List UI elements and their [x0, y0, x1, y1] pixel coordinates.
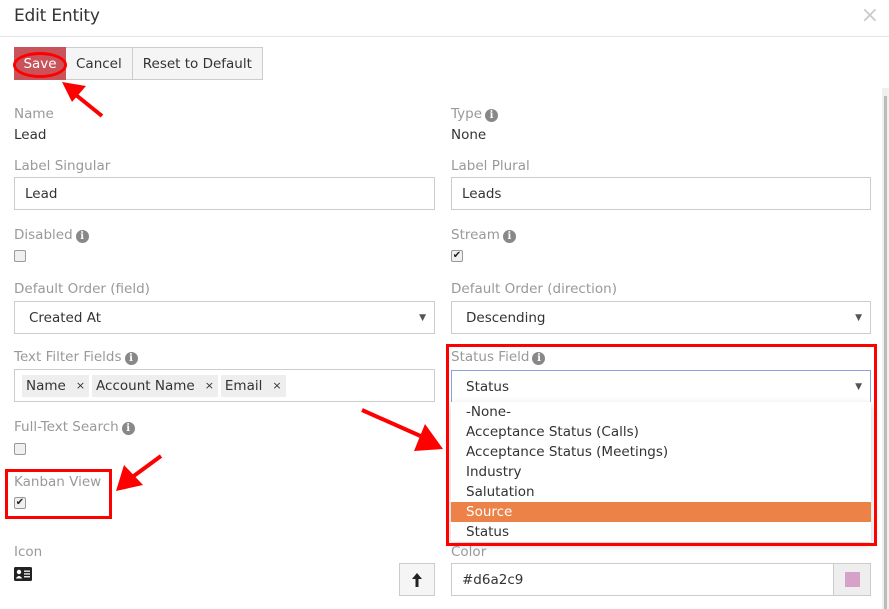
- kanban-view-checkbox[interactable]: ✔: [14, 497, 26, 509]
- select-icon-button[interactable]: [399, 563, 435, 596]
- dialog-header: Edit Entity ×: [0, 0, 889, 37]
- color-label: Color: [451, 544, 487, 560]
- default-order-field-label: Default Order (field): [14, 281, 150, 297]
- reset-to-default-button[interactable]: Reset to Default: [131, 47, 263, 80]
- info-icon[interactable]: i: [532, 352, 546, 365]
- label-plural-label: Label Plural: [451, 158, 530, 174]
- stream-label-text: Stream: [451, 227, 500, 243]
- default-order-direction-label: Default Order (direction): [451, 281, 617, 297]
- status-option-industry[interactable]: Industry: [451, 462, 871, 482]
- text-filter-fields-input[interactable]: Name × Account Name × Email ×: [14, 369, 435, 402]
- info-icon[interactable]: i: [485, 109, 499, 122]
- id-card-icon: [14, 567, 32, 585]
- save-button[interactable]: Save: [13, 47, 67, 80]
- default-order-direction-value: Descending: [466, 309, 546, 326]
- name-label: Name: [14, 106, 54, 122]
- dialog-title: Edit Entity: [14, 6, 100, 26]
- check-icon: ✔: [452, 250, 462, 261]
- status-field-select[interactable]: Status ▼: [451, 370, 871, 403]
- disabled-label-text: Disabled: [14, 227, 73, 243]
- scrollbar[interactable]: [882, 88, 889, 609]
- status-field-label-text: Status Field: [451, 349, 530, 365]
- color-input[interactable]: #d6a2c9: [451, 563, 871, 596]
- label-singular-input[interactable]: Lead: [14, 177, 435, 210]
- save-annotation-arrow: [62, 82, 104, 118]
- info-icon[interactable]: i: [75, 230, 89, 243]
- label-plural-input[interactable]: Leads: [451, 177, 871, 210]
- type-label-text: Type: [451, 106, 483, 122]
- default-order-direction-select[interactable]: Descending ▼: [451, 301, 871, 334]
- status-option-status[interactable]: Status: [451, 522, 871, 542]
- kanban-view-label: Kanban View: [14, 474, 102, 490]
- remove-tag-icon[interactable]: ×: [76, 379, 85, 392]
- disabled-label: Disabled i: [14, 227, 89, 243]
- default-order-field-value: Created At: [29, 309, 102, 326]
- caret-down-icon: ▼: [855, 313, 862, 323]
- info-icon[interactable]: i: [124, 352, 138, 365]
- icon-label: Icon: [14, 544, 43, 560]
- arrow-up-icon: [412, 572, 422, 587]
- color-swatch: [844, 572, 860, 587]
- color-picker-button[interactable]: [833, 564, 870, 595]
- label-singular-label: Label Singular: [14, 158, 111, 174]
- default-order-field-select[interactable]: Created At ▼: [14, 301, 435, 334]
- check-icon: ✔: [15, 497, 25, 508]
- remove-tag-icon[interactable]: ×: [272, 379, 281, 392]
- toolbar: Save Cancel Reset to Default: [13, 47, 263, 80]
- text-filter-fields-label: Text Filter Fields i: [14, 349, 138, 365]
- tag-name: Name ×: [22, 374, 90, 397]
- full-text-search-label-text: Full-Text Search: [14, 419, 119, 435]
- stream-checkbox[interactable]: ✔: [451, 250, 463, 262]
- status-field-value: Status: [466, 378, 510, 395]
- status-field-dropdown: -None- Acceptance Status (Calls) Accepta…: [451, 402, 871, 542]
- caret-down-icon: ▼: [419, 313, 426, 323]
- tag-label: Email: [224, 377, 263, 394]
- full-text-search-label: Full-Text Search i: [14, 419, 135, 435]
- close-icon[interactable]: ×: [861, 5, 879, 27]
- remove-tag-icon[interactable]: ×: [205, 379, 214, 392]
- name-value: Lead: [14, 127, 47, 143]
- full-text-search-checkbox[interactable]: [14, 443, 26, 455]
- status-option-acceptance-calls[interactable]: Acceptance Status (Calls): [451, 422, 871, 442]
- caret-down-icon: ▼: [855, 382, 862, 392]
- save-button-label: Save: [23, 55, 57, 72]
- tag-label: Name: [26, 377, 66, 394]
- scrollbar-thumb[interactable]: [884, 96, 887, 609]
- disabled-checkbox[interactable]: [14, 250, 26, 262]
- cancel-button[interactable]: Cancel: [65, 47, 133, 80]
- type-value: None: [451, 127, 487, 143]
- info-icon[interactable]: i: [121, 422, 135, 435]
- tag-label: Account Name: [96, 377, 195, 394]
- kanban-annotation-arrow: [116, 454, 163, 491]
- status-option-none[interactable]: -None-: [451, 402, 871, 422]
- status-option-acceptance-meetings[interactable]: Acceptance Status (Meetings): [451, 442, 871, 462]
- color-value: #d6a2c9: [462, 571, 524, 588]
- type-label: Type i: [451, 106, 499, 122]
- info-icon[interactable]: i: [502, 230, 516, 243]
- status-option-salutation[interactable]: Salutation: [451, 482, 871, 502]
- status-field-label: Status Field i: [451, 349, 546, 365]
- tag-email: Email ×: [220, 374, 286, 397]
- status-option-source[interactable]: Source: [451, 502, 871, 522]
- status-annotation-arrow: [361, 408, 443, 451]
- tag-account-name: Account Name ×: [92, 374, 218, 397]
- text-filter-fields-label-text: Text Filter Fields: [14, 349, 122, 365]
- stream-label: Stream i: [451, 227, 516, 243]
